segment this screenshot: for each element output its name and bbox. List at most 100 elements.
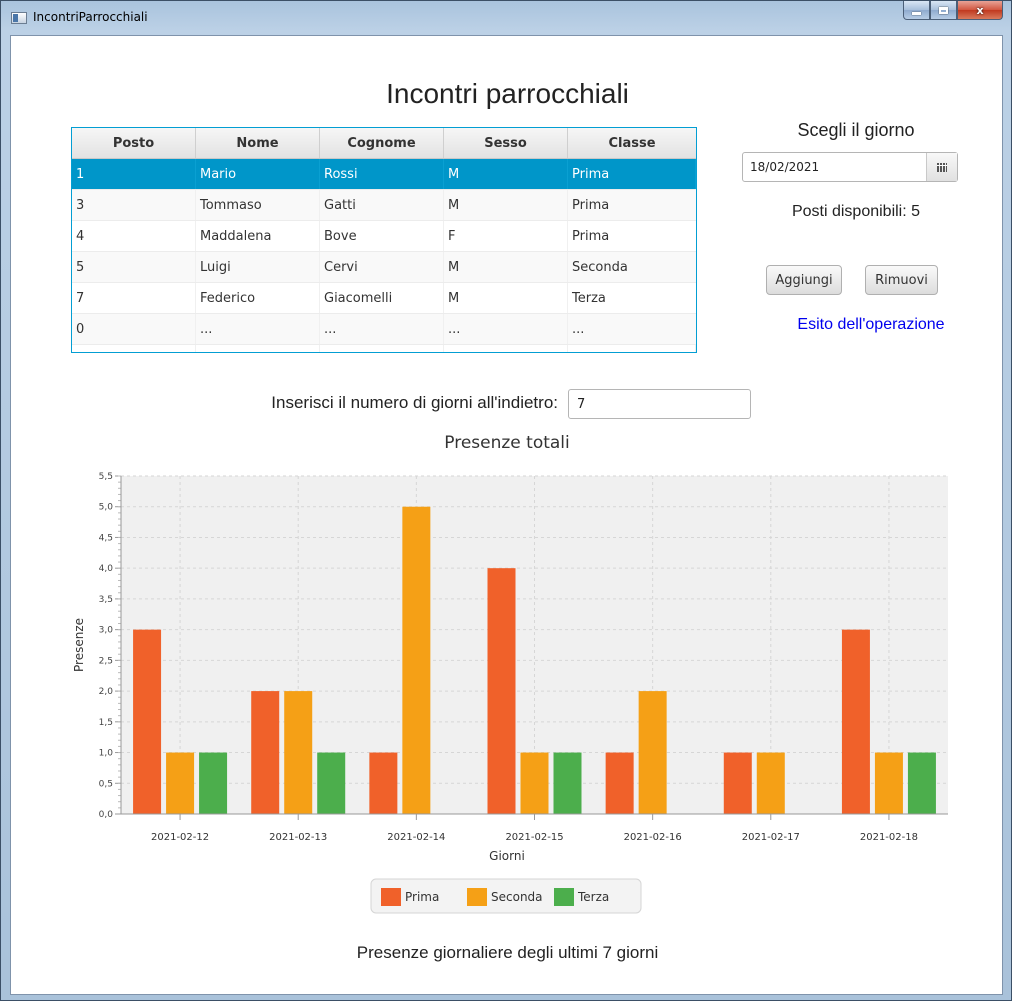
x-tick-label: 2021-02-18: [860, 832, 918, 843]
remove-button[interactable]: Rimuovi: [865, 265, 938, 295]
y-tick-label: 2,0: [99, 687, 114, 697]
maximize-icon: [939, 6, 948, 14]
table-cell: Prima: [568, 159, 696, 189]
title-bar[interactable]: IncontriParrocchiali x: [1, 1, 1011, 35]
table-cell: F: [444, 221, 568, 251]
close-icon: x: [976, 3, 984, 17]
table-cell: 3: [72, 190, 196, 220]
table-cell: Luigi: [196, 252, 320, 282]
minimize-icon: [912, 11, 921, 15]
x-tick-label: 2021-02-17: [742, 832, 800, 843]
table-cell: Terza: [572, 290, 606, 306]
table-cell: [568, 345, 696, 352]
table-cell: ...: [196, 314, 320, 344]
table-row[interactable]: 5 Luigi Cervi M Seconda: [72, 252, 696, 283]
table-row[interactable]: 7 Federico Giacomelli M Terza: [72, 283, 696, 314]
table-cell: M: [444, 159, 568, 189]
table-empty-row: [72, 345, 696, 352]
bar-prima: [251, 691, 280, 814]
y-tick-label: 3,5: [99, 595, 113, 605]
minimize-button[interactable]: [903, 1, 930, 20]
page-title: Incontri parrocchiali: [386, 78, 629, 109]
days-back-label: Inserisci il numero di giorni all'indiet…: [271, 393, 558, 412]
y-tick-label: 4,0: [99, 564, 114, 574]
participants-table[interactable]: Posto Nome Cognome Sesso Classe 1 Mario Rossi M…: [71, 127, 697, 353]
bar-seconda: [520, 752, 549, 814]
operation-result-label: Esito dell'operazione: [797, 316, 945, 333]
table-cell: Maddalena: [196, 221, 320, 251]
days-back-input[interactable]: [568, 389, 751, 419]
y-tick-label: 1,0: [99, 749, 114, 759]
table-cell: M: [444, 252, 568, 282]
table-cell: Giacomelli: [320, 283, 444, 313]
bar-seconda: [402, 506, 431, 814]
x-axis-label: Giorni: [489, 849, 525, 863]
table-cell: Seconda: [572, 259, 628, 275]
chart-title: Presenze totali: [444, 433, 570, 453]
maximize-button[interactable]: [930, 1, 957, 20]
table-cell: Prima: [572, 197, 610, 213]
y-tick-label: 5,0: [99, 503, 114, 513]
table-cell: 1: [72, 159, 196, 189]
bar-terza: [317, 752, 346, 814]
bar-seconda: [756, 752, 785, 814]
y-tick-label: 0,5: [99, 779, 113, 789]
column-header[interactable]: Classe: [568, 128, 696, 158]
y-tick-label: 3,0: [99, 626, 114, 636]
calendar-button[interactable]: [926, 153, 957, 181]
table-header: Posto Nome Cognome Sesso Classe: [72, 128, 696, 159]
client-area: Incontri parrocchiali Posto Nome Cognome Se…: [10, 35, 1003, 995]
window-controls: x: [903, 1, 1003, 23]
column-header[interactable]: Cognome: [320, 128, 444, 158]
window-title: IncontriParrocchiali: [33, 10, 148, 24]
table-row[interactable]: 0............: [72, 314, 696, 345]
table-cell: 5: [72, 252, 196, 282]
bar-seconda: [284, 691, 313, 814]
x-tick-label: 2021-02-14: [387, 832, 445, 843]
y-tick-label: 2,5: [99, 656, 113, 666]
bar-prima: [133, 629, 162, 814]
bar-prima: [605, 752, 634, 814]
close-button[interactable]: x: [957, 1, 1003, 20]
app-icon: [11, 12, 27, 24]
table-cell: ...: [572, 321, 585, 337]
table-row[interactable]: 4 Maddalena Bove F Prima: [72, 221, 696, 252]
bar-terza: [199, 752, 228, 814]
legend-swatch-seconda: [467, 888, 487, 906]
table-cell: Bove: [320, 221, 444, 251]
column-header[interactable]: Sesso: [444, 128, 568, 158]
bar-seconda: [874, 752, 903, 814]
x-tick-label: 2021-02-15: [505, 832, 563, 843]
table-cell: 4: [72, 221, 196, 251]
table-cell: Tommaso: [196, 190, 320, 220]
bar-prima: [487, 568, 516, 814]
table-cell: 0: [72, 314, 196, 344]
bar-terza: [553, 752, 582, 814]
y-tick-label: 0,0: [99, 810, 114, 820]
x-tick-label: 2021-02-13: [269, 832, 327, 843]
choose-day-label: Scegli il giorno: [797, 120, 915, 140]
footer-caption: Presenze giornaliere degli ultimi 7 gior…: [356, 943, 659, 962]
x-tick-label: 2021-02-16: [624, 832, 682, 843]
bar-prima: [723, 752, 752, 814]
bar-seconda: [166, 752, 195, 814]
table-cell: [196, 345, 320, 352]
y-axis-label: Presenze: [72, 618, 86, 672]
bar-terza: [907, 752, 936, 814]
date-picker[interactable]: [742, 152, 958, 182]
table-cell: ...: [320, 314, 444, 344]
table-cell: M: [444, 190, 568, 220]
date-field[interactable]: [743, 153, 926, 181]
y-tick-label: 4,5: [99, 533, 113, 543]
column-header[interactable]: Nome: [196, 128, 320, 158]
column-header[interactable]: Posto: [72, 128, 196, 158]
bar-seconda: [638, 691, 667, 814]
add-button[interactable]: Aggiungi: [766, 265, 842, 295]
table-row[interactable]: 1 Mario Rossi M Prima: [72, 159, 696, 190]
x-tick-label: 2021-02-12: [151, 832, 209, 843]
legend-label: Seconda: [491, 890, 543, 904]
table-cell: Rossi: [320, 159, 444, 189]
app-window: IncontriParrocchiali x Incontri parrocch…: [0, 0, 1012, 1001]
table-row[interactable]: 3 Tommaso Gatti M Prima: [72, 190, 696, 221]
bar-prima: [369, 752, 398, 814]
